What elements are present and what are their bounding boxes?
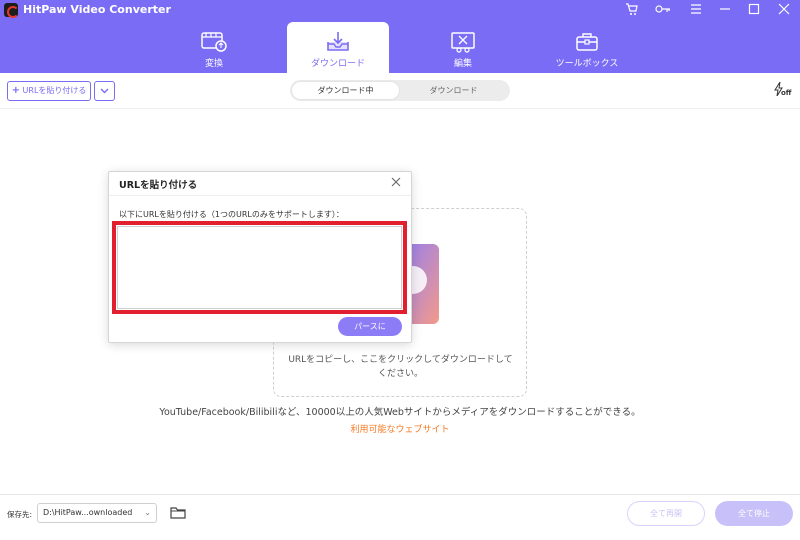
supported-sites-text: YouTube/Facebook/Bilibiliなど、10000以上の人気We… — [159, 407, 641, 418]
dialog-close-icon[interactable] — [389, 176, 403, 190]
chevron-down-icon — [100, 88, 109, 94]
paste-url-label: URLを貼り付ける — [22, 86, 87, 95]
paste-url-button[interactable]: + URLを貼り付ける — [7, 81, 91, 101]
supported-sites-link: 利用可能なウェブサイト — [0, 422, 800, 435]
app-header: HitPaw Video Converter 変換 ダウンロード 編集 ツールボ… — [0, 0, 800, 73]
download-tray-icon — [327, 32, 349, 51]
url-input[interactable] — [117, 226, 402, 309]
chevron-down-icon: ⌄ — [144, 508, 151, 517]
cart-icon[interactable] — [624, 2, 640, 18]
footer-bar: 保存先: D:\HitPaw...ownloaded ⌄ 全て再開 全て停止 — [0, 494, 800, 540]
turbo-state-label: off — [781, 89, 792, 97]
save-path-select[interactable]: D:\HitPaw...ownloaded ⌄ — [37, 503, 157, 523]
tab-label: ダウンロード — [310, 59, 365, 69]
download-status-toggle: ダウンロード中 ダウンロード — [290, 80, 510, 101]
dialog-title: URLを貼り付ける — [119, 180, 198, 191]
dialog-hint: 以下にURLを貼り付ける（1つのURLのみをサポートします）： — [119, 210, 344, 219]
tab-download[interactable]: ダウンロード — [287, 22, 389, 73]
plus-icon: + — [11, 85, 20, 96]
pause-all-button[interactable]: 全て停止 — [715, 501, 793, 526]
close-window-icon[interactable] — [776, 2, 792, 18]
dialog-divider — [109, 195, 411, 196]
app-title: HitPaw Video Converter — [23, 3, 171, 16]
maximize-icon[interactable] — [746, 2, 762, 18]
app-logo-icon — [4, 3, 19, 18]
tab-toolbox[interactable]: ツールボックス — [536, 22, 638, 73]
tab-label: ツールボックス — [555, 59, 619, 69]
title-bar: HitPaw Video Converter — [0, 0, 800, 20]
tab-convert[interactable]: 変換 — [163, 22, 265, 73]
paste-url-dialog: URLを貼り付ける 以下にURLを貼り付ける（1つのURLのみをサポートします）… — [108, 171, 412, 343]
convert-film-icon — [201, 32, 227, 52]
tab-label: 変換 — [204, 59, 223, 69]
toolbox-icon — [576, 33, 598, 51]
resume-all-button[interactable]: 全て再開 — [627, 501, 705, 526]
drop-zone-instruction: URLをコピーし、ここをクリックしてダウンロードしてください。 — [288, 355, 513, 379]
turbo-toggle[interactable]: off — [774, 82, 794, 100]
save-location-label: 保存先: — [7, 510, 33, 519]
edit-scissors-icon — [451, 32, 475, 53]
save-path-value: D:\HitPaw...ownloaded — [43, 508, 133, 517]
segment-downloading[interactable]: ダウンロード中 — [292, 82, 399, 99]
minimize-icon[interactable] — [717, 2, 733, 18]
parse-button[interactable]: パースに — [338, 317, 402, 336]
supported-sites-link-text[interactable]: 利用可能なウェブサイト — [350, 425, 449, 435]
paste-options-dropdown[interactable] — [94, 81, 115, 101]
segment-downloaded[interactable]: ダウンロード — [400, 82, 507, 99]
tab-label: 編集 — [453, 59, 472, 69]
menu-icon[interactable] — [688, 2, 704, 18]
tab-edit[interactable]: 編集 — [412, 22, 514, 73]
folder-icon[interactable] — [170, 506, 186, 519]
key-icon[interactable] — [655, 2, 671, 18]
